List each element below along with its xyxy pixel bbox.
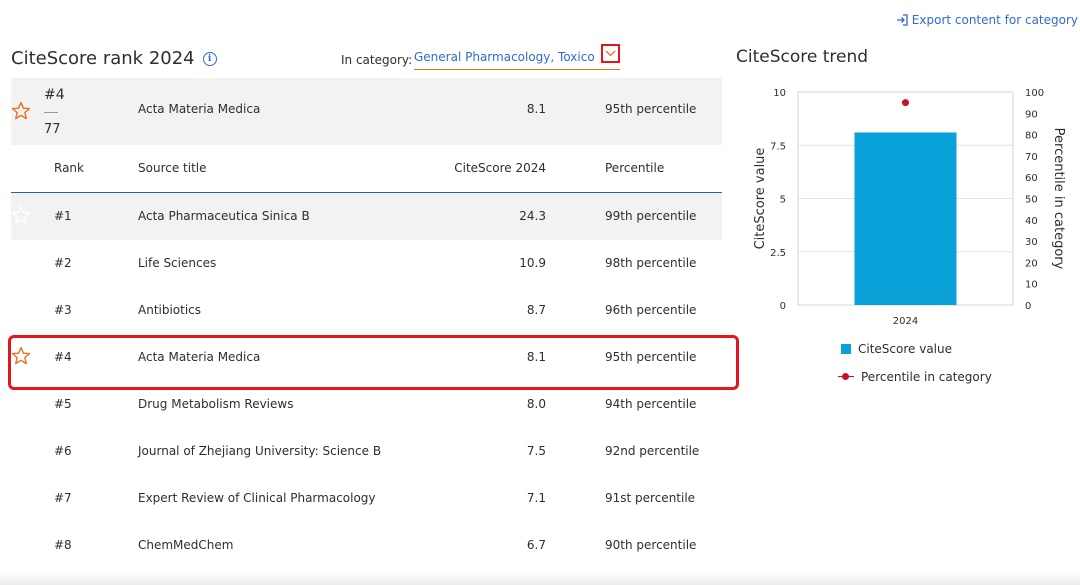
row-rank: #7 [54, 491, 72, 505]
row-title: Life Sciences [138, 256, 217, 270]
star-icon[interactable] [11, 101, 31, 121]
legend-square-swatch [841, 344, 851, 354]
row-score: 7.1 [526, 491, 546, 505]
row-score: 24.3 [519, 209, 546, 223]
category-select[interactable]: General Pharmacology, Toxico... [414, 44, 620, 70]
category-label: In category: [341, 53, 413, 67]
row-percentile: 92nd percentile [605, 444, 700, 458]
legend-label-citescore: CiteScore value [858, 342, 953, 356]
table-row-current[interactable]: #4 Acta Materia Medica 8.1 95th percenti… [11, 334, 722, 381]
row-score: 8.0 [526, 397, 546, 411]
row-percentile: 91st percentile [605, 491, 696, 505]
row-rank: #8 [54, 538, 72, 552]
row-rank: #4 [54, 350, 72, 364]
row-rank: #2 [54, 256, 72, 270]
y2-tick-label: 30 [1025, 237, 1038, 248]
row-percentile: 90th percentile [605, 538, 697, 552]
table-row[interactable]: #7 Expert Review of Clinical Pharmacolog… [11, 475, 722, 522]
y2-tick-label: 40 [1025, 216, 1038, 227]
point-percentile [902, 99, 909, 107]
row-title: Acta Materia Medica [138, 350, 261, 364]
y2-tick-label: 80 [1025, 131, 1038, 142]
y2-tick-label: 50 [1025, 195, 1038, 206]
row-percentile: 95th percentile [605, 350, 697, 364]
row-title: Journal of Zhejiang University: Science … [138, 444, 382, 458]
table-row[interactable]: #8 ChemMedChem 6.7 90th percentile [11, 522, 722, 569]
y2-tick-label: 70 [1025, 152, 1038, 163]
x-tick-label: 2024 [893, 316, 918, 327]
table-header: Rank Source title CiteScore 2024 Percent… [11, 145, 722, 193]
export-content-link[interactable]: Export content for category [896, 13, 1078, 27]
star-icon[interactable] [11, 346, 31, 366]
legend-line-swatch [838, 372, 854, 382]
summary-percentile: 95th percentile [605, 102, 697, 116]
chart-legend: CiteScore value Percentile in category [838, 342, 992, 398]
legend-item-citescore[interactable]: CiteScore value [838, 342, 992, 356]
legend-label-percentile: Percentile in category [861, 370, 992, 384]
legend-item-percentile[interactable]: Percentile in category [838, 370, 992, 384]
row-rank: #6 [54, 444, 72, 458]
row-title: Drug Metabolism Reviews [138, 397, 294, 411]
row-percentile: 99th percentile [605, 209, 697, 223]
row-score: 8.1 [526, 350, 546, 364]
row-percentile: 98th percentile [605, 256, 697, 270]
y2-tick-label: 10 [1025, 280, 1038, 291]
row-rank: #3 [54, 303, 72, 317]
y2-tick-label: 20 [1025, 258, 1038, 269]
header-source-title: Source title [138, 161, 207, 175]
bar-citescore [854, 132, 957, 305]
citescore-rank-heading: CiteScore rank 2024 i [11, 48, 217, 69]
summary-rank: #4 [44, 87, 65, 103]
y2-axis-label: Percentile in category [1051, 128, 1066, 270]
chart-svg: 107.552.5010090807060504030201002024Cite… [753, 88, 1066, 327]
row-title: ChemMedChem [138, 538, 234, 552]
summary-score: 8.1 [526, 102, 546, 116]
y-tick-label: 2.5 [770, 248, 786, 259]
star-icon[interactable] [11, 205, 31, 225]
export-label: Export content for category [911, 13, 1078, 27]
info-icon[interactable]: i [202, 51, 217, 66]
y2-tick-label: 0 [1025, 301, 1031, 312]
export-icon [896, 14, 908, 26]
row-percentile: 94th percentile [605, 397, 697, 411]
chevron-down-icon[interactable] [601, 44, 620, 63]
summary-row: #4 77 Acta Materia Medica 8.1 95th perce… [11, 78, 722, 145]
y2-tick-label: 100 [1025, 88, 1044, 99]
rank-title: CiteScore rank 2024 [11, 48, 195, 69]
row-rank: #1 [54, 209, 72, 223]
table-row[interactable]: #5 Drug Metabolism Reviews 8.0 94th perc… [11, 381, 722, 428]
summary-title: Acta Materia Medica [138, 102, 261, 116]
header-citescore: CiteScore 2024 [454, 161, 546, 175]
y-tick-label: 5 [780, 195, 786, 206]
header-rank: Rank [54, 161, 84, 175]
y-tick-label: 7.5 [770, 141, 786, 152]
trend-title: CiteScore trend [736, 47, 869, 67]
table-row[interactable]: #1 Acta Pharmaceutica Sinica B 24.3 99th… [11, 193, 722, 240]
y-tick-label: 0 [780, 301, 786, 312]
header-percentile: Percentile [605, 161, 665, 175]
row-rank: #5 [54, 397, 72, 411]
table-row[interactable]: #2 Life Sciences 10.9 98th percentile [11, 240, 722, 287]
table-row[interactable]: #6 Journal of Zhejiang University: Scien… [11, 428, 722, 475]
rank-table: #4 77 Acta Materia Medica 8.1 95th perce… [11, 78, 722, 569]
y-tick-label: 10 [773, 88, 786, 99]
row-title: Antibiotics [138, 303, 202, 317]
table-row[interactable]: #3 Antibiotics 8.7 96th percentile [11, 287, 722, 334]
rank-divider [44, 112, 58, 113]
row-percentile: 96th percentile [605, 303, 697, 317]
row-score: 7.5 [526, 444, 546, 458]
y2-tick-label: 90 [1025, 109, 1038, 120]
y2-tick-label: 60 [1025, 173, 1038, 184]
row-score: 10.9 [519, 256, 546, 270]
category-value: General Pharmacology, Toxico... [414, 50, 594, 64]
row-score: 8.7 [526, 303, 546, 317]
summary-total: 77 [44, 122, 61, 137]
y-axis-label: CiteScore value [753, 148, 768, 250]
bottom-fade [0, 571, 1080, 585]
row-score: 6.7 [526, 538, 546, 552]
row-title: Expert Review of Clinical Pharmacology [138, 491, 376, 505]
row-title: Acta Pharmaceutica Sinica B [138, 209, 310, 223]
